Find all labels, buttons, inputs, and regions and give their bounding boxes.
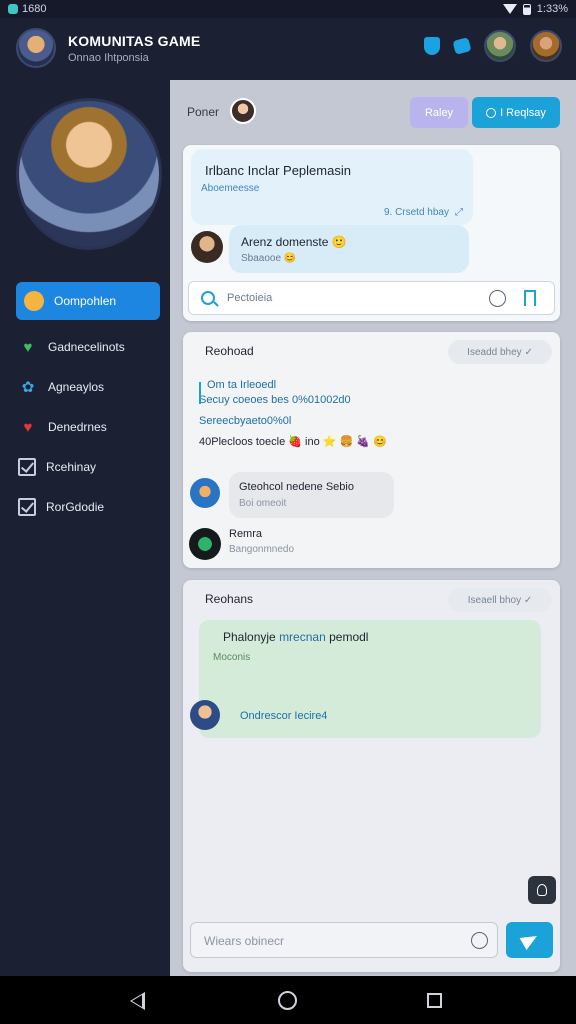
- home-icon[interactable]: [278, 991, 297, 1010]
- message-text: Gteohcol nedene Sebio: [239, 481, 354, 493]
- reply-button[interactable]: Raley: [410, 97, 468, 128]
- message-bubble[interactable]: Arenz domenste 🙂 Sbaaooe 😊: [229, 225, 469, 273]
- status-left-text: 1680: [22, 3, 47, 15]
- app-subtitle: Onnao Ihtponsia: [68, 52, 149, 64]
- card-heading: Reohoad: [205, 344, 254, 358]
- user-avatar[interactable]: [191, 231, 223, 263]
- flower-icon: ✿: [21, 379, 35, 396]
- user-avatar[interactable]: [190, 700, 220, 730]
- heart-green-icon: ♥: [23, 338, 33, 356]
- sidebar-item[interactable]: ✿ Agneaylos: [16, 368, 160, 406]
- message-text: Arenz domenste 🙂: [241, 235, 347, 249]
- topbar-avatar[interactable]: [230, 98, 256, 124]
- topbar-label: Poner: [187, 105, 220, 119]
- search-field[interactable]: Pectoieia: [188, 281, 555, 315]
- sidebar-item-label: Gadnecelinots: [48, 340, 125, 354]
- timer-icon[interactable]: [489, 290, 506, 307]
- app-title: KOMUNITAS GAME: [68, 33, 201, 49]
- community-logo-avatar[interactable]: [16, 28, 56, 68]
- heart-icon: ♥: [23, 418, 33, 436]
- sidebar: Oompohlen ♥ Gadnecelinots ✿ Agneaylos ♥ …: [0, 80, 170, 976]
- sidebar-item-label: Denedrnes: [48, 420, 107, 434]
- user-avatar[interactable]: [189, 528, 221, 560]
- message-subtext: Boi omeoit: [239, 498, 287, 509]
- hero-avatar[interactable]: [16, 98, 162, 250]
- post-card: Irlbanc Inclar Peplemasin Aboemeesse 9. …: [183, 145, 560, 321]
- post-subtitle: Aboemeesse: [201, 183, 260, 194]
- bookmark-icon[interactable]: [524, 290, 536, 306]
- post-line: Om ta Irleoedl: [207, 379, 277, 391]
- post-title: Irlbanc Inclar Peplemasin: [205, 163, 351, 178]
- message-bubble[interactable]: Gteohcol nedene Sebio Boi omeoit: [229, 472, 394, 518]
- user-name: Remra: [229, 528, 263, 540]
- recent-apps-icon[interactable]: [427, 993, 442, 1008]
- system-nav-bar: [0, 976, 576, 1024]
- shield-icon[interactable]: [424, 37, 440, 55]
- message-input[interactable]: Wiears obinecr: [190, 922, 498, 958]
- battery-icon: [522, 3, 531, 15]
- status-right-text: 1:33%: [536, 3, 568, 15]
- send-icon: [519, 929, 540, 951]
- send-button[interactable]: [506, 922, 553, 958]
- search-placeholder: Pectoieia: [227, 292, 273, 304]
- request-button[interactable]: I Reqlsay: [472, 97, 560, 128]
- post-emoji-line: 40Plecloos toecle 🍓 ino ⭐ 🍔 🍇 😊: [199, 436, 387, 448]
- app-status-icon: [8, 4, 18, 14]
- post-card: Reohoad Iseadd bhey ✓ Om ta Irleoedl Sec…: [183, 332, 560, 568]
- sidebar-item[interactable]: RorGdodie: [16, 488, 160, 526]
- sidebar-item[interactable]: ♥ Denedrnes: [16, 408, 160, 446]
- clock-icon: [486, 107, 497, 118]
- user-avatar[interactable]: [190, 478, 220, 508]
- face-icon: [24, 291, 44, 311]
- post-bubble[interactable]: Irlbanc Inclar Peplemasin Aboemeesse 9. …: [191, 149, 473, 225]
- post-subtitle: Moconis: [213, 652, 251, 663]
- post-body: Om ta Irleoedl Secuy coeoes bes 0%01002d…: [199, 378, 429, 450]
- post-line: Secuy coeoes bes 0%01002d0: [199, 394, 351, 406]
- card-tag[interactable]: Iseaell bhoy ✓: [448, 588, 552, 612]
- sidebar-item-active[interactable]: Oompohlen: [16, 282, 160, 320]
- puzzle-icon[interactable]: [452, 37, 472, 55]
- profile-avatar[interactable]: [530, 30, 562, 62]
- emoji-icon[interactable]: [471, 932, 488, 949]
- app-header: KOMUNITAS GAME Onnao Ihtponsia: [0, 18, 576, 80]
- wifi-icon: [502, 4, 517, 14]
- message-input-placeholder: Wiears obinecr: [204, 934, 285, 948]
- main-content: Poner Raley I Reqlsay Irlbanc Inclar Pep…: [170, 80, 576, 976]
- post-title: Phalonyje mrecnan pemodl: [223, 630, 368, 644]
- request-button-label: I Reqlsay: [500, 106, 546, 119]
- message-subtext: Sbaaooe 😊: [241, 253, 297, 264]
- post-meta-text: 9. Crsetd hbay: [383, 207, 449, 218]
- search-icon: [201, 291, 215, 305]
- sidebar-item[interactable]: ♥ Gadnecelinots: [16, 328, 160, 366]
- lightbulb-icon: [537, 884, 547, 896]
- quote-bar: [199, 382, 201, 404]
- status-bar: 1680 1:33%: [0, 0, 576, 18]
- arrow-icon: ⤢: [455, 207, 463, 218]
- checkbox-icon: [18, 498, 36, 516]
- post-meta: 9. Crsetd hbay ⤢: [384, 207, 463, 218]
- post-title-part: pemodl: [329, 630, 369, 644]
- sidebar-item[interactable]: Rcehinay: [16, 448, 160, 486]
- message-text: Ondrescor Iecire4: [240, 710, 328, 722]
- checkbox-icon: [18, 458, 36, 476]
- sidebar-item-label: Agneaylos: [48, 380, 105, 394]
- user-role: Bangonmnedo: [229, 544, 295, 555]
- back-icon[interactable]: [130, 992, 145, 1010]
- sidebar-item-label: Rcehinay: [46, 460, 97, 474]
- sidebar-item-label: RorGdodie: [46, 500, 105, 514]
- tips-button[interactable]: [528, 876, 556, 904]
- post-title-part: Phalonyje: [223, 630, 276, 644]
- card-heading: Reohans: [205, 592, 254, 606]
- user-avatar[interactable]: [484, 30, 516, 62]
- sidebar-menu: Oompohlen ♥ Gadnecelinots ✿ Agneaylos ♥ …: [16, 282, 160, 528]
- card-tag[interactable]: Iseadd bhey ✓: [448, 340, 552, 364]
- sidebar-item-label: Oompohlen: [54, 294, 117, 308]
- post-title-highlight: mrecnan: [279, 630, 326, 644]
- chat-card: Reohans Iseaell bhoy ✓ Phalonyje mrecnan…: [183, 580, 560, 972]
- content-topbar: Poner Raley I Reqlsay: [170, 80, 576, 138]
- post-line: Sereecbyaeto0%0l: [199, 415, 292, 427]
